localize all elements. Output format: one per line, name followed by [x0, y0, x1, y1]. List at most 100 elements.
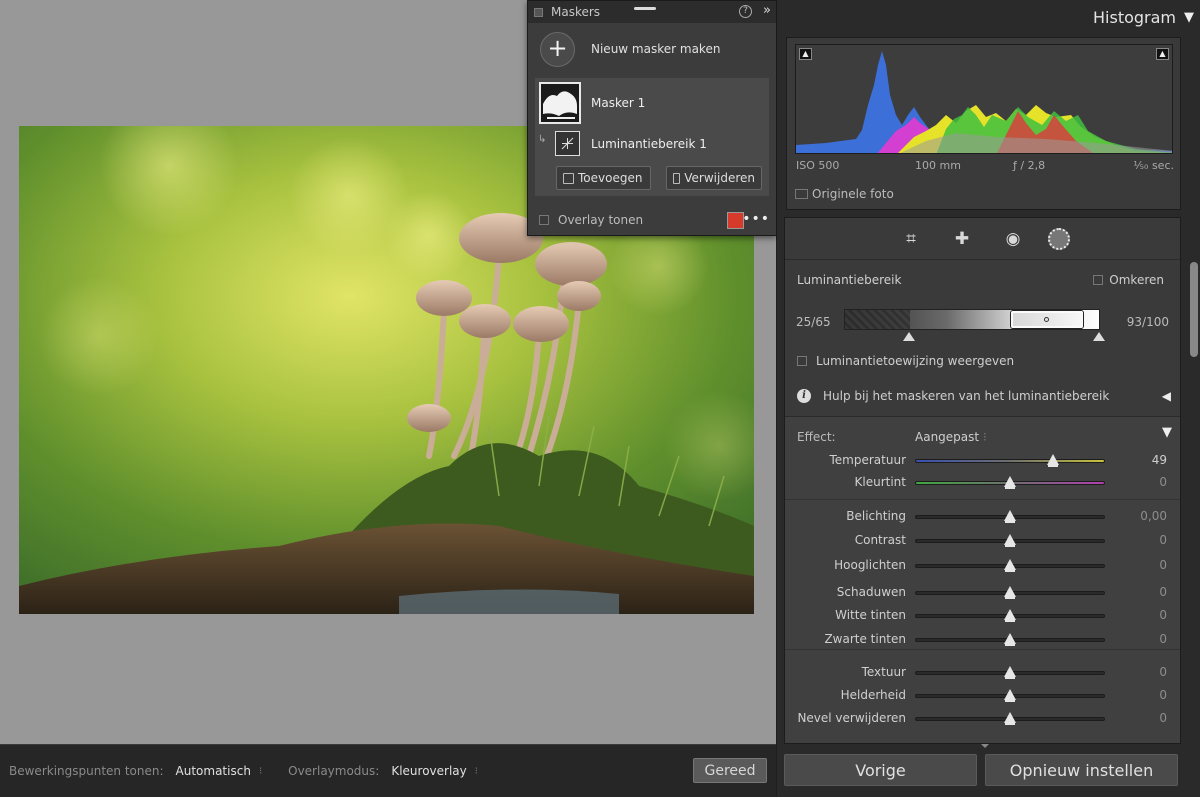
histogram-collapse-icon[interactable]: ▼ — [1184, 10, 1194, 25]
expand-left-icon[interactable]: ◀ — [1162, 389, 1171, 403]
more-options-icon[interactable]: ••• — [742, 211, 770, 227]
remove-button[interactable]: Verwijderen — [666, 166, 762, 190]
slider-belichting[interactable]: Belichting 0,00 — [785, 509, 1180, 527]
masking-icon[interactable] — [1048, 228, 1070, 250]
slider-track[interactable] — [915, 510, 1105, 523]
slider-track[interactable] — [915, 609, 1105, 622]
masks-panel-title: Maskers — [551, 5, 601, 19]
slider-track[interactable] — [915, 476, 1105, 489]
slider-value[interactable]: 0 — [1159, 665, 1167, 679]
range-high-handle[interactable] — [1093, 332, 1105, 341]
slider-nevel-verwijderen[interactable]: Nevel verwijderen 0 — [785, 711, 1180, 729]
slider-thumb[interactable] — [1004, 559, 1016, 572]
drag-handle-icon[interactable] — [634, 7, 656, 10]
slider-value[interactable]: 0,00 — [1140, 509, 1167, 523]
luminance-range-1-label[interactable]: Luminantiebereik 1 — [591, 137, 707, 151]
slider-group-divider — [785, 499, 1180, 500]
help-icon[interactable]: ? — [739, 5, 752, 18]
shadow-clipping-icon[interactable]: ▲ — [799, 48, 812, 60]
healing-icon[interactable]: ✚ — [951, 228, 973, 250]
slider-value[interactable]: 0 — [1159, 558, 1167, 572]
add-button[interactable]: Toevoegen — [556, 166, 651, 190]
slider-thumb[interactable] — [1004, 633, 1016, 646]
slider-label: Contrast — [854, 533, 906, 547]
collapse-icon[interactable]: » — [763, 3, 771, 18]
slider-track[interactable] — [915, 586, 1105, 599]
mask-1-label[interactable]: Masker 1 — [591, 96, 645, 110]
new-mask-button[interactable]: + Nieuw masker maken — [528, 23, 776, 75]
remove-label: Verwijderen — [684, 171, 755, 185]
slider-track[interactable] — [915, 534, 1105, 547]
slider-thumb[interactable] — [1004, 609, 1016, 622]
reset-button[interactable]: Opnieuw instellen — [985, 754, 1178, 786]
invert-checkbox[interactable] — [1093, 275, 1104, 285]
slider-contrast[interactable]: Contrast 0 — [785, 533, 1180, 551]
slider-textuur[interactable]: Textuur 0 — [785, 665, 1180, 683]
luminance-range-slider[interactable] — [844, 309, 1100, 330]
slider-value[interactable]: 0 — [1159, 711, 1167, 725]
slider-track[interactable] — [915, 454, 1105, 467]
highlight-clipping-icon[interactable]: ▲ — [1156, 48, 1169, 60]
effect-section: Effect: Aangepast ⁝ ▼ Temperatuur 49 Kleur… — [785, 416, 1180, 743]
overlay-row: Overlay tonen ••• — [528, 207, 778, 233]
luminance-range-thumbnail[interactable] — [555, 131, 580, 156]
slider-kleurtint[interactable]: Kleurtint 0 — [785, 475, 1180, 493]
luminance-mapping-toggle[interactable]: Luminantietoewijzing weergeven — [797, 354, 1014, 368]
slider-thumb[interactable] — [1004, 534, 1016, 547]
red-eye-icon[interactable]: ◉ — [1002, 228, 1024, 250]
slider-thumb[interactable] — [1004, 586, 1016, 599]
slider-thumb[interactable] — [1004, 476, 1016, 489]
slider-track[interactable] — [915, 689, 1105, 702]
slider-temperatuur[interactable]: Temperatuur 49 — [785, 453, 1180, 471]
histogram-title[interactable]: Histogram — [1093, 8, 1176, 27]
slider-hooglichten[interactable]: Hooglichten 0 — [785, 558, 1180, 576]
masks-panel-header[interactable]: Maskers ? » — [528, 1, 776, 23]
slider-helderheid[interactable]: Helderheid 0 — [785, 688, 1180, 706]
luminance-mapping-label: Luminantietoewijzing weergeven — [816, 354, 1015, 368]
slider-track[interactable] — [915, 559, 1105, 572]
previous-button[interactable]: Vorige — [784, 754, 977, 786]
overlay-checkbox[interactable] — [539, 215, 549, 225]
slider-thumb[interactable] — [1004, 666, 1016, 679]
slider-track[interactable] — [915, 633, 1105, 646]
invert-toggle[interactable]: Omkeren — [1093, 273, 1164, 287]
overlay-mode-select[interactable]: Kleuroverlay — [391, 764, 466, 778]
slider-value[interactable]: 0 — [1159, 608, 1167, 622]
slider-thumb[interactable] — [1047, 454, 1060, 467]
done-button[interactable]: Gereed — [693, 758, 767, 783]
slider-witte-tinten[interactable]: Witte tinten 0 — [785, 608, 1180, 626]
range-low-handle[interactable] — [903, 332, 915, 341]
slider-thumb[interactable] — [1004, 712, 1016, 725]
range-dark-area — [845, 310, 910, 329]
plus-icon[interactable]: + — [540, 31, 575, 67]
slider-thumb[interactable] — [1004, 689, 1016, 702]
original-photo-toggle[interactable]: Originele foto — [795, 187, 894, 201]
slider-value[interactable]: 0 — [1159, 585, 1167, 599]
original-photo-checkbox[interactable] — [795, 189, 808, 199]
slider-value[interactable]: 0 — [1159, 632, 1167, 646]
effect-collapse-icon[interactable]: ▼ — [1162, 425, 1172, 440]
overlay-mode-label: Overlaymodus: — [288, 764, 380, 778]
mask-tools-panel: ⌗ ✚ ◉ Luminantiebereik Omkeren 25/65 93/… — [784, 217, 1181, 744]
edit-points-chevron-icon[interactable]: ⁝ — [259, 766, 262, 777]
slider-value[interactable]: 0 — [1159, 533, 1167, 547]
panel-menu-icon[interactable] — [534, 7, 543, 17]
slider-value[interactable]: 0 — [1159, 475, 1167, 489]
slider-value[interactable]: 49 — [1152, 453, 1167, 467]
slider-value[interactable]: 0 — [1159, 688, 1167, 702]
effect-preset-select[interactable]: Aangepast ⁝ — [915, 430, 987, 444]
luminance-mapping-checkbox[interactable] — [797, 356, 807, 366]
slider-zwarte-tinten[interactable]: Zwarte tinten 0 — [785, 632, 1180, 650]
add-label: Toevoegen — [578, 171, 643, 185]
slider-track[interactable] — [915, 712, 1105, 725]
slider-track[interactable] — [915, 666, 1105, 679]
mask-thumbnail[interactable] — [539, 82, 581, 124]
edit-points-select[interactable]: Automatisch — [176, 764, 251, 778]
panel-scrollbar[interactable] — [1190, 262, 1198, 357]
overlay-mode-chevron-icon[interactable]: ⁝ — [475, 766, 478, 777]
luminance-help-row[interactable]: i Hulp bij het maskeren van het luminant… — [797, 389, 1177, 403]
slider-thumb[interactable] — [1004, 510, 1016, 523]
crop-icon[interactable]: ⌗ — [900, 228, 922, 250]
slider-schaduwen[interactable]: Schaduwen 0 — [785, 585, 1180, 603]
range-selection-handle[interactable] — [1011, 311, 1083, 328]
